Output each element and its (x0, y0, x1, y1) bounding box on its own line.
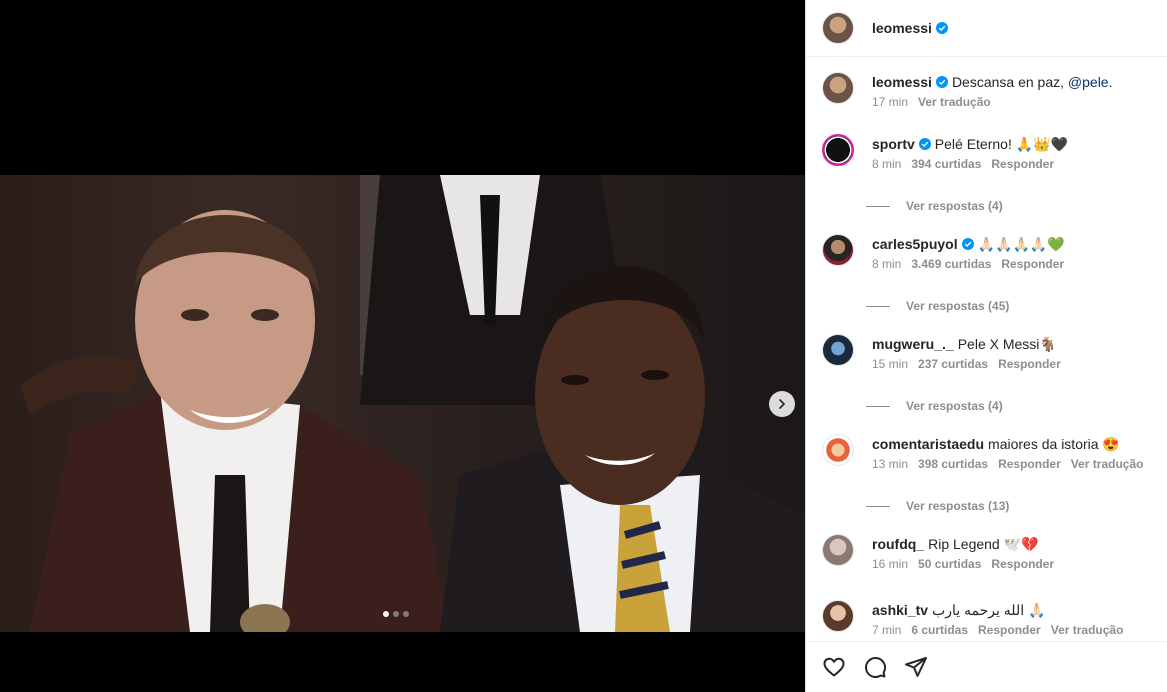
author-avatar[interactable] (822, 72, 854, 104)
post-actions-bar (806, 641, 1167, 692)
comment-likes[interactable]: 3.469 curtidas (911, 257, 991, 271)
comments-list[interactable]: leomessi Descansa en paz, @pele. 17 min Ve… (806, 58, 1167, 641)
verified-badge-icon (935, 22, 948, 34)
verified-badge-icon (961, 238, 974, 250)
carousel-dot (383, 611, 389, 617)
comment-text: maiores da istoria 😍 (988, 436, 1120, 452)
carousel-dot (393, 611, 399, 617)
comment-text: Pelé Eterno! 🙏👑🖤 (934, 136, 1069, 152)
comment-text: الله يرحمه يارب 🙏🏻 (932, 602, 1046, 618)
comment-username[interactable]: carles5puyol (872, 236, 958, 252)
carousel-next-button[interactable] (769, 391, 795, 417)
caption-mention[interactable]: @pele (1068, 74, 1109, 90)
photo-illustration (20, 175, 805, 632)
reply-button[interactable]: Responder (991, 557, 1054, 571)
translate-link[interactable]: Ver tradução (1071, 457, 1144, 471)
reply-button[interactable]: Responder (978, 623, 1041, 637)
heart-icon[interactable] (822, 655, 846, 679)
comment-avatar[interactable] (822, 234, 854, 266)
comment-avatar[interactable] (822, 600, 854, 632)
chevron-right-icon (779, 399, 786, 409)
share-icon[interactable] (904, 655, 928, 679)
comment-time[interactable]: 15 min (872, 357, 908, 371)
verified-badge-icon (918, 138, 931, 150)
comment-text: 🙏🏻🙏🏻🙏🏻🙏🏻💚 (977, 236, 1065, 252)
comment-username[interactable]: ashki_tv (872, 602, 928, 618)
carousel-dot (403, 611, 409, 617)
comment-text: Rip Legend 🕊️💔 (928, 536, 1039, 552)
comment-time[interactable]: 7 min (872, 623, 901, 637)
reply-button[interactable]: Responder (1001, 257, 1064, 271)
comment-username[interactable]: roufdq_ (872, 536, 924, 552)
translate-link[interactable]: Ver tradução (918, 95, 991, 109)
comment-time[interactable]: 8 min (872, 157, 901, 171)
comment-avatar[interactable] (822, 434, 854, 466)
comment-likes[interactable]: 50 curtidas (918, 557, 981, 571)
comment-likes[interactable]: 398 curtidas (918, 457, 988, 471)
reply-button[interactable]: Responder (998, 357, 1061, 371)
view-replies-label: Ver respostas (13) (906, 499, 1010, 513)
view-replies-button[interactable]: Ver respostas (13) (866, 499, 1009, 513)
translate-link[interactable]: Ver tradução (1051, 623, 1124, 637)
view-replies-label: Ver respostas (4) (906, 199, 1003, 213)
caption-end: . (1108, 74, 1113, 90)
view-replies-button[interactable]: Ver respostas (45) (866, 299, 1009, 313)
view-replies-label: Ver respostas (4) (906, 399, 1003, 413)
comment-username[interactable]: mugweru_._ (872, 336, 954, 352)
comment-time[interactable]: 8 min (872, 257, 901, 271)
comment-avatar[interactable] (822, 534, 854, 566)
comment-username[interactable]: sportv (872, 136, 915, 152)
comment-time[interactable]: 13 min (872, 457, 908, 471)
carousel-indicator (383, 611, 409, 617)
comment-username[interactable]: comentaristaedu (872, 436, 984, 452)
post-side-panel: leomessi leomessi Descansa en paz, @pele.… (805, 0, 1167, 692)
comment-avatar[interactable] (822, 134, 854, 166)
post-photo[interactable] (0, 175, 805, 632)
view-replies-button[interactable]: Ver respostas (4) (866, 399, 1003, 413)
author-avatar[interactable] (822, 12, 854, 44)
comment-likes[interactable]: 237 curtidas (918, 357, 988, 371)
post-media (0, 0, 805, 692)
reply-button[interactable]: Responder (991, 157, 1054, 171)
comment-text: Pele X Messi🐐 (957, 336, 1057, 352)
caption-text: Descansa en paz, (951, 74, 1065, 90)
author-username[interactable]: leomessi (872, 20, 932, 36)
comment-icon[interactable] (863, 655, 887, 679)
comment-avatar[interactable] (822, 334, 854, 366)
verified-badge-icon (935, 76, 948, 88)
caption-time[interactable]: 17 min (872, 95, 908, 109)
comment-likes[interactable]: 394 curtidas (911, 157, 981, 171)
comment-likes[interactable]: 6 curtidas (911, 623, 968, 637)
post-header: leomessi (806, 0, 1167, 57)
comment-time[interactable]: 16 min (872, 557, 908, 571)
view-replies-label: Ver respostas (45) (906, 299, 1010, 313)
comment-username[interactable]: leomessi (872, 74, 932, 90)
reply-button[interactable]: Responder (998, 457, 1061, 471)
view-replies-button[interactable]: Ver respostas (4) (866, 199, 1003, 213)
